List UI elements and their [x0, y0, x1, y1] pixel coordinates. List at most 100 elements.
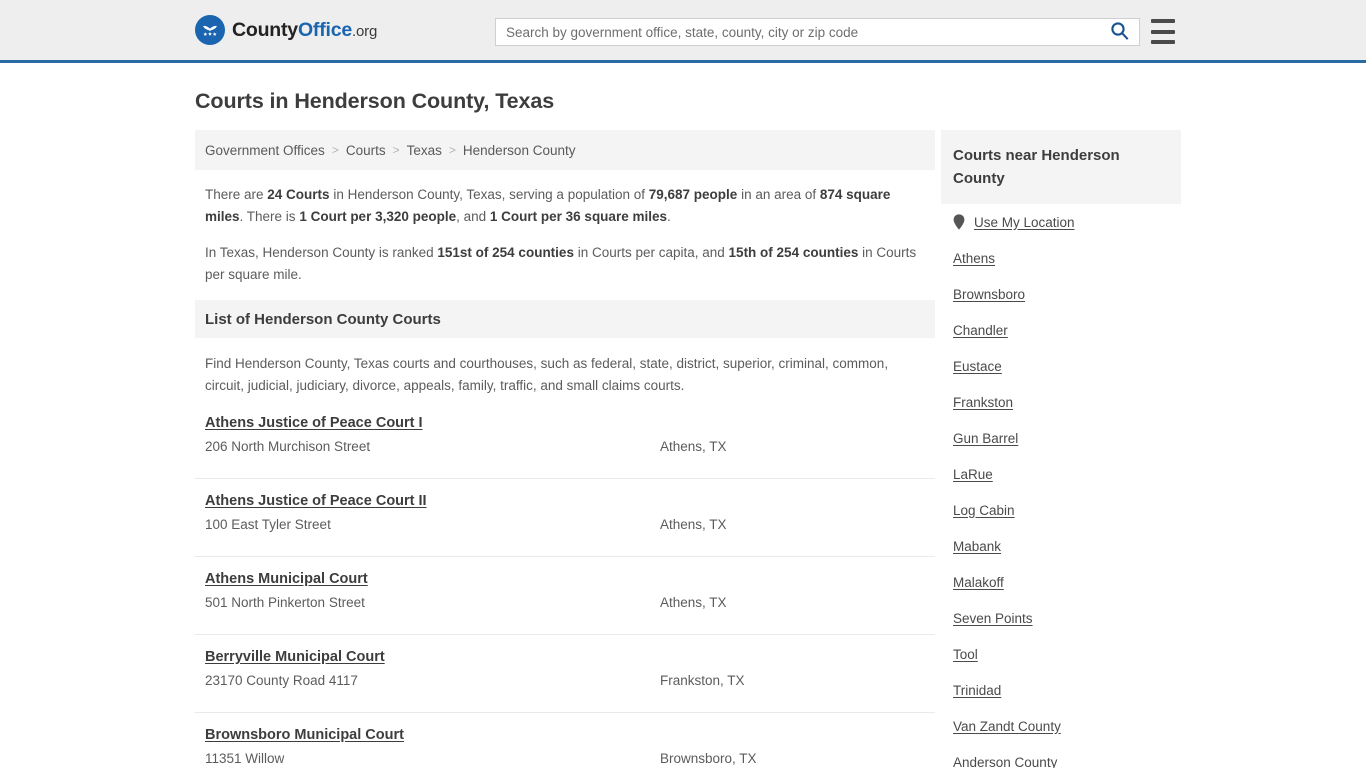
sidebar-item-van-zandt-county[interactable]: Van Zandt County — [953, 708, 1181, 744]
court-name-link[interactable]: Berryville Municipal Court — [205, 649, 385, 665]
menu-bar-1 — [1151, 19, 1175, 23]
sidebar-heading: Courts near Henderson County — [953, 147, 1120, 187]
row-spacer — [195, 713, 935, 726]
court-name-link[interactable]: Athens Justice of Peace Court II — [205, 493, 427, 509]
brand-part-office: Office — [297, 18, 353, 41]
search-icon — [1110, 21, 1129, 43]
sidebar-item-trinidad[interactable]: Trinidad — [953, 672, 1181, 708]
statistics-paragraph-1: There are 24 Courts in Henderson County,… — [205, 184, 921, 228]
sidebar-link[interactable]: LaRue — [953, 467, 993, 482]
sidebar-link[interactable]: Anderson County — [953, 755, 1057, 768]
court-name-link[interactable]: Brownsboro Municipal Court — [205, 727, 404, 743]
list-section-header: List of Henderson County Courts — [195, 300, 935, 338]
sidebar-link[interactable]: Seven Points — [953, 611, 1033, 626]
court-details: 23170 County Road 4117 Frankston, TX — [205, 673, 935, 688]
court-city: Athens, TX — [660, 595, 727, 610]
rank-text: In Texas, Henderson County is ranked — [205, 245, 438, 260]
rank-text: in Courts per capita, and — [573, 245, 729, 260]
sidebar-link[interactable]: Trinidad — [953, 683, 1001, 698]
sidebar-link[interactable]: Brownsboro — [953, 287, 1025, 302]
breadcrumb-item-courts[interactable]: Courts — [346, 143, 386, 158]
search-input[interactable] — [496, 19, 1099, 45]
breadcrumb-separator: > — [392, 143, 400, 157]
court-city: Athens, TX — [660, 517, 727, 532]
breadcrumb-item-texas[interactable]: Texas — [407, 143, 442, 158]
sidebar-link[interactable]: Van Zandt County — [953, 719, 1061, 734]
eagle-stars-seal-icon — [195, 15, 225, 45]
sidebar-link[interactable]: Malakoff — [953, 575, 1004, 590]
breadcrumb-item-henderson-county: Henderson County — [462, 142, 576, 158]
nearby-courts-sidebar: Courts near Henderson County Use My Loca… — [941, 130, 1181, 768]
stat-text: . — [666, 209, 671, 224]
stat-text: . There is — [239, 209, 300, 224]
sidebar-item-seven-points[interactable]: Seven Points — [953, 600, 1181, 636]
table-row: Brownsboro Municipal Court 11351 Willow … — [195, 726, 935, 768]
court-city: Brownsboro, TX — [660, 751, 757, 766]
stat-text: in an area of — [737, 187, 820, 202]
court-address: 23170 County Road 4117 — [205, 673, 358, 688]
hamburger-menu-icon[interactable] — [1151, 19, 1175, 44]
breadcrumb-separator: > — [331, 143, 339, 157]
row-spacer — [195, 635, 935, 648]
sidebar-item-log-cabin[interactable]: Log Cabin — [953, 492, 1181, 528]
stat-courts-per-people: 1 Court per 3,320 people — [299, 209, 457, 224]
statistics-paragraph-2: In Texas, Henderson County is ranked 151… — [205, 242, 921, 286]
county-statistics: There are 24 Courts in Henderson County,… — [205, 184, 921, 286]
sidebar-item-eustace[interactable]: Eustace — [953, 348, 1181, 384]
court-address: 206 North Murchison Street — [205, 439, 371, 454]
search-bar[interactable] — [495, 18, 1140, 46]
sidebar-item-tool[interactable]: Tool — [953, 636, 1181, 672]
sidebar-item-athens[interactable]: Athens — [953, 240, 1181, 276]
breadcrumb: Government Offices > Courts > Texas > He… — [195, 130, 935, 170]
menu-bar-3 — [1151, 40, 1175, 44]
sidebar-item-brownsboro[interactable]: Brownsboro — [953, 276, 1181, 312]
main-column: Government Offices > Courts > Texas > He… — [195, 130, 935, 768]
court-details: 501 North Pinkerton Street Athens, TX — [205, 595, 935, 610]
sidebar-link[interactable]: Mabank — [953, 539, 1001, 554]
use-my-location-link[interactable]: Use My Location — [974, 215, 1075, 230]
court-address: 100 East Tyler Street — [205, 517, 331, 532]
row-spacer — [195, 479, 935, 492]
court-address: 11351 Willow — [205, 751, 285, 766]
sidebar-link[interactable]: Gun Barrel — [953, 431, 1018, 446]
sidebar-item-malakoff[interactable]: Malakoff — [953, 564, 1181, 600]
menu-bar-2 — [1151, 29, 1175, 34]
sidebar-link[interactable]: Frankston — [953, 395, 1013, 410]
court-name-link[interactable]: Athens Municipal Court — [205, 571, 368, 587]
sidebar-link[interactable]: Log Cabin — [953, 503, 1015, 518]
sidebar-link[interactable]: Tool — [953, 647, 978, 662]
page-title: Courts in Henderson County, Texas — [195, 89, 555, 113]
sidebar-item-frankston[interactable]: Frankston — [953, 384, 1181, 420]
sidebar-item-chandler[interactable]: Chandler — [953, 312, 1181, 348]
brand-part-county: County — [232, 18, 298, 41]
search-button[interactable] — [1099, 19, 1139, 45]
stat-text: There are — [205, 187, 268, 202]
table-row: Berryville Municipal Court 23170 County … — [195, 648, 935, 713]
sidebar-link[interactable]: Athens — [953, 251, 995, 266]
court-details: 11351 Willow Brownsboro, TX — [205, 751, 935, 766]
sidebar-header: Courts near Henderson County — [941, 130, 1181, 204]
breadcrumb-separator: > — [448, 143, 456, 157]
brand-part-tld: .org — [352, 22, 378, 40]
sidebar-link[interactable]: Eustace — [953, 359, 1002, 374]
sidebar-link[interactable]: Chandler — [953, 323, 1008, 338]
sidebar-item-larue[interactable]: LaRue — [953, 456, 1181, 492]
court-name-link[interactable]: Athens Justice of Peace Court I — [205, 415, 423, 431]
sidebar-item-mabank[interactable]: Mabank — [953, 528, 1181, 564]
court-list: Athens Justice of Peace Court I 206 Nort… — [195, 414, 935, 768]
page-container: Courts in Henderson County, Texas Govern… — [0, 89, 1366, 768]
breadcrumb-item-government-offices[interactable]: Government Offices — [205, 143, 325, 158]
rank-per-capita: 151st of 254 counties — [437, 245, 574, 260]
sidebar-item-use-my-location[interactable]: Use My Location — [953, 204, 1181, 240]
table-row: Athens Justice of Peace Court I 206 Nort… — [195, 414, 935, 479]
content-columns: Government Offices > Courts > Texas > He… — [195, 130, 1181, 768]
sidebar-item-anderson-county[interactable]: Anderson County — [953, 744, 1181, 768]
stat-courts-count: 24 Courts — [267, 187, 330, 202]
sidebar-item-gun-barrel[interactable]: Gun Barrel — [953, 420, 1181, 456]
court-city: Frankston, TX — [660, 673, 745, 688]
site-logo[interactable]: CountyOffice.org — [195, 15, 377, 45]
sidebar-link-list: Use My Location Athens Brownsboro Chandl… — [941, 204, 1181, 768]
row-spacer — [195, 557, 935, 570]
brand-wordmark: CountyOffice.org — [232, 19, 377, 42]
court-address: 501 North Pinkerton Street — [205, 595, 365, 610]
